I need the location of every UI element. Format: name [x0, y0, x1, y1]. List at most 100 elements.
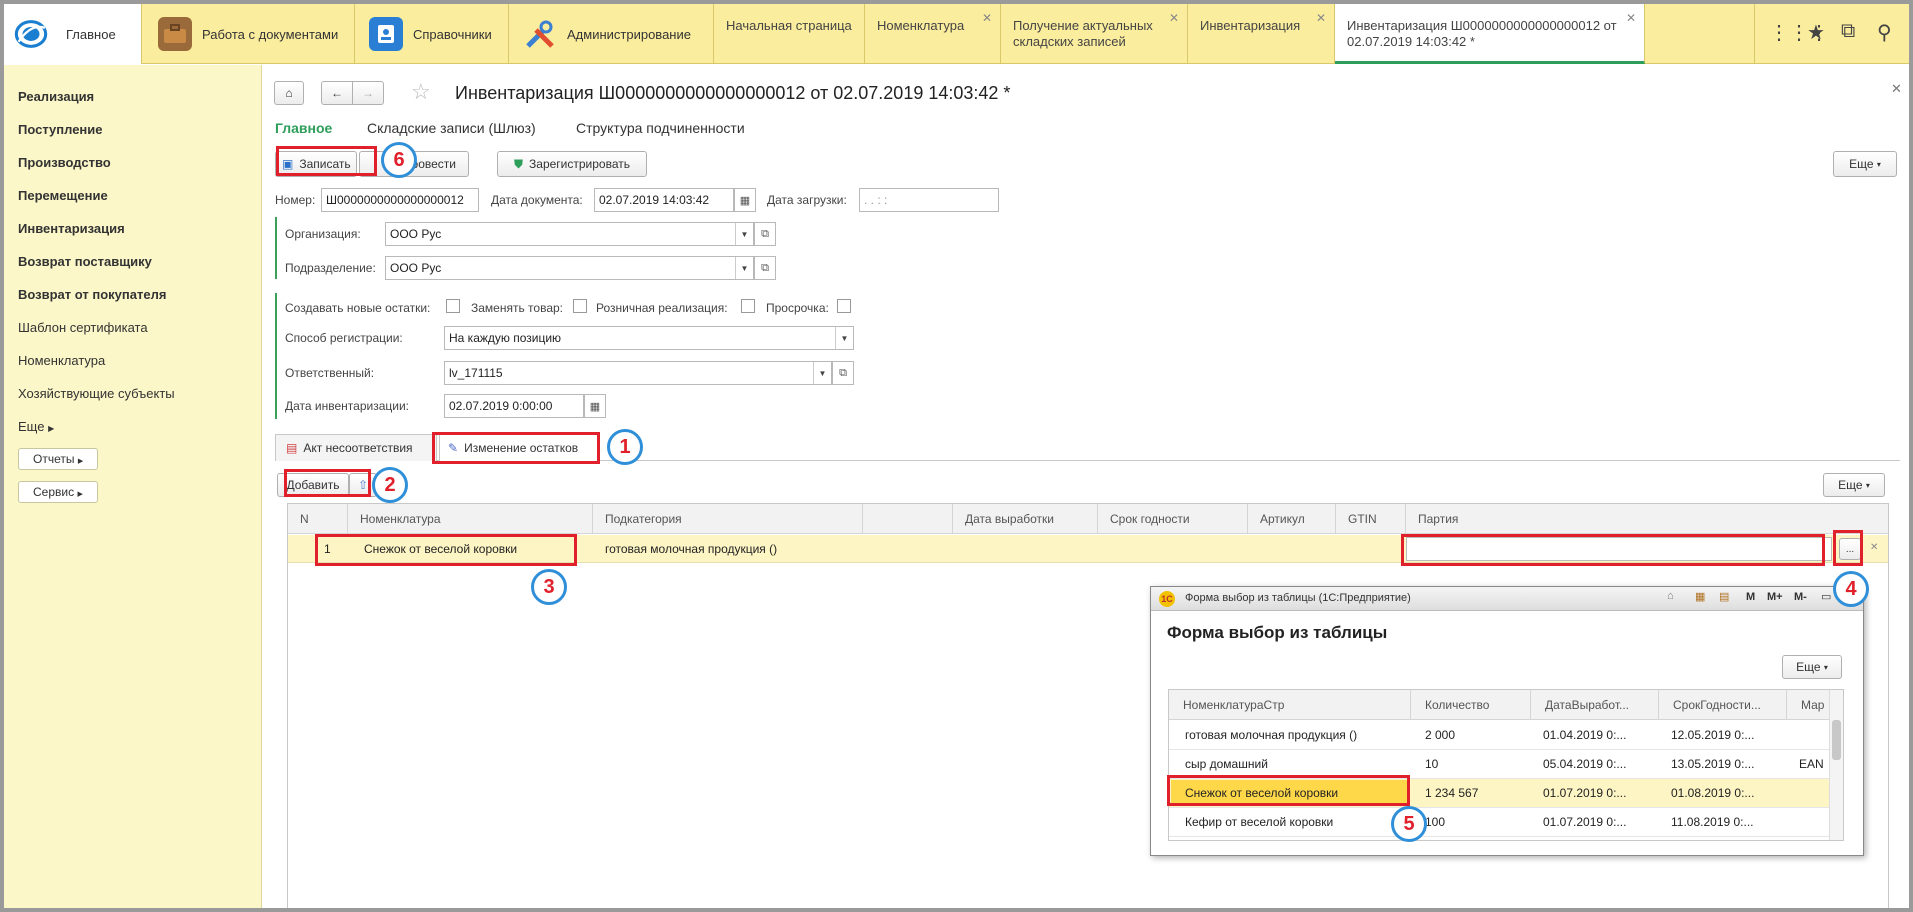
open-icon[interactable]: ⧉ [832, 361, 854, 385]
sidebar-item-return-customer[interactable]: Возврат от покупателя [18, 287, 166, 302]
sidebar-item-return-supplier[interactable]: Возврат поставщику [18, 254, 152, 269]
tab-inventory-document[interactable]: Инвентаризация Ш0000000000000000012 от 0… [1335, 4, 1645, 64]
table-row-selected[interactable]: Снежок от веселой коровки 1 234 567 01.0… [1169, 779, 1829, 808]
favorite-star-icon[interactable]: ☆ [411, 79, 431, 105]
col-blank[interactable] [863, 504, 953, 534]
table-more-button[interactable]: Еще ▾ [1823, 473, 1885, 497]
memory-button[interactable]: M [1746, 591, 1755, 603]
memory-minus-button[interactable]: M- [1794, 591, 1807, 603]
back-button[interactable]: ← [321, 81, 353, 105]
calendar-icon[interactable]: ▦ [734, 188, 756, 212]
sidebar-item-sales[interactable]: Реализация [18, 89, 94, 104]
load-date-field[interactable]: . . : : [859, 188, 999, 212]
batch-input[interactable] [1406, 537, 1832, 561]
close-icon[interactable]: ✕ [982, 10, 992, 26]
more-button[interactable]: Еще ▾ [1833, 151, 1897, 177]
col-n[interactable]: N [288, 504, 348, 534]
close-icon[interactable]: ✕ [1316, 10, 1326, 26]
tab-nomenclature[interactable]: Номенклатура ✕ [865, 4, 1001, 64]
open-icon[interactable]: ⧉ [754, 256, 776, 280]
select-batch-button[interactable]: ... [1839, 538, 1861, 560]
replace-checkbox[interactable] [573, 299, 587, 313]
col-expiry[interactable]: Срок годности [1098, 504, 1248, 534]
sidebar-item-inventory[interactable]: Инвентаризация [18, 221, 125, 236]
tab-mismatch-act[interactable]: ▤ Акт несоответствия [275, 434, 437, 461]
col-nomenclature[interactable]: Номенклатура [348, 504, 593, 534]
sidebar-item-transfer[interactable]: Перемещение [18, 188, 108, 203]
forward-button[interactable]: → [352, 81, 384, 105]
sidebar-item-nomenclature[interactable]: Номенклатура [18, 353, 105, 368]
nav-main[interactable]: Главное [275, 120, 332, 136]
link-icon[interactable]: ⌂ [1667, 590, 1674, 602]
sidebar-item-more[interactable]: Еще ▶ [18, 419, 54, 434]
tab-warehouse-records[interactable]: Получение актуальных складских записей ✕ [1001, 4, 1188, 64]
col-gtin[interactable]: GTIN [1336, 504, 1406, 534]
register-button[interactable]: ⛊ Зарегистрировать [497, 151, 647, 177]
sidebar-item-entities[interactable]: Хозяйствующие субъекты [18, 386, 175, 401]
col-nomenclature-str[interactable]: НоменклатураСтр [1169, 690, 1411, 720]
section-references[interactable]: Справочники [355, 4, 509, 64]
cell-qty: 100 [1425, 815, 1446, 829]
close-form-icon[interactable]: ✕ [1891, 81, 1902, 97]
tab-balance-change[interactable]: ✎ Изменение остатков [439, 434, 599, 462]
search-icon[interactable]: ⚲ [1877, 20, 1892, 45]
service-button[interactable]: Сервис ▶ [18, 481, 98, 503]
dialog-more-button[interactable]: Еще ▾ [1782, 655, 1842, 679]
col-subcategory[interactable]: Подкатегория [593, 504, 863, 534]
nav-warehouse-records[interactable]: Складские записи (Шлюз) [367, 120, 536, 136]
chevron-down-icon[interactable]: ▼ [735, 257, 753, 279]
calculator-icon[interactable]: ▦ [1695, 590, 1705, 603]
close-icon[interactable]: ✕ [1169, 10, 1179, 26]
chevron-down-icon[interactable]: ▼ [735, 223, 753, 245]
date-field[interactable]: 02.07.2019 14:03:42 [594, 188, 734, 212]
open-icon[interactable]: ⧉ [754, 222, 776, 246]
section-main[interactable]: Главное [4, 4, 142, 64]
chevron-down-icon[interactable]: ▼ [835, 327, 853, 349]
responsible-field[interactable]: lv_171115 ▼ [444, 361, 832, 385]
calendar-icon[interactable]: ▤ [1719, 590, 1729, 603]
section-admin[interactable]: Администрирование [509, 4, 714, 64]
create-rest-checkbox[interactable] [446, 299, 460, 313]
retail-checkbox[interactable] [741, 299, 755, 313]
col-article[interactable]: Артикул [1248, 504, 1336, 534]
table-row[interactable]: Кефир от веселой коровки 100 01.07.2019 … [1169, 808, 1829, 837]
tab-start-page[interactable]: Начальная страница [714, 4, 865, 64]
tab-inventory[interactable]: Инвентаризация ✕ [1188, 4, 1335, 64]
section-documents[interactable]: Работа с документами [144, 4, 355, 64]
cell-subcategory[interactable]: готовая молочная продукция () [605, 542, 777, 556]
sidebar-item-certificate-template[interactable]: Шаблон сертификата [18, 320, 148, 335]
home-button[interactable]: ⌂ [274, 81, 304, 105]
maximize-icon[interactable]: ▭ [1821, 590, 1831, 603]
reports-button[interactable]: Отчеты ▶ [18, 448, 98, 470]
dept-field[interactable]: ООО Рус ▼ [385, 256, 754, 280]
number-field[interactable]: Ш0000000000000000012 [321, 188, 479, 212]
sidebar-item-receipt[interactable]: Поступление [18, 122, 103, 137]
table-row[interactable]: 1 Снежок от веселой коровки готовая моло… [288, 535, 1888, 563]
org-field[interactable]: ООО Рус ▼ [385, 222, 754, 246]
col-batch[interactable]: Партия [1406, 504, 1888, 534]
col-quantity[interactable]: Количество [1411, 690, 1531, 720]
table-row[interactable]: готовая молочная продукция () 2 000 01.0… [1169, 721, 1829, 750]
inv-date-field[interactable]: 02.07.2019 0:00:00 [444, 394, 584, 418]
scrollbar-thumb[interactable] [1832, 720, 1841, 760]
dialog-scrollbar[interactable] [1829, 690, 1843, 840]
right-tools: ⋮⋮⋮ ★ ⧉ ⚲ [1754, 4, 1909, 64]
cell-nomenclature[interactable]: Снежок от веселой коровки [364, 542, 517, 556]
reg-method-select[interactable]: На каждую позицию ▼ [444, 326, 854, 350]
save-button[interactable]: ▣ Записать [275, 151, 357, 177]
star-icon[interactable]: ★ [1807, 20, 1825, 45]
overdue-checkbox[interactable] [837, 299, 851, 313]
sidebar-item-production[interactable]: Производство [18, 155, 111, 170]
calendar-icon[interactable]: ▦ [584, 394, 606, 418]
col-production-date[interactable]: Дата выработки [953, 504, 1098, 534]
col-expiry[interactable]: СрокГодности... [1659, 690, 1787, 720]
chevron-down-icon[interactable]: ▼ [813, 362, 831, 384]
table-row[interactable]: сыр домашний 10 05.04.2019 0:... 13.05.2… [1169, 750, 1829, 779]
memory-plus-button[interactable]: M+ [1767, 591, 1783, 603]
history-icon[interactable]: ⧉ [1841, 20, 1855, 43]
close-icon[interactable]: ✕ [1626, 10, 1636, 26]
col-production-date[interactable]: ДатаВыработ... [1531, 690, 1659, 720]
clear-icon[interactable]: ✕ [1870, 542, 1878, 553]
add-button[interactable]: Добавить [277, 473, 349, 497]
nav-structure[interactable]: Структура подчиненности [576, 120, 745, 136]
